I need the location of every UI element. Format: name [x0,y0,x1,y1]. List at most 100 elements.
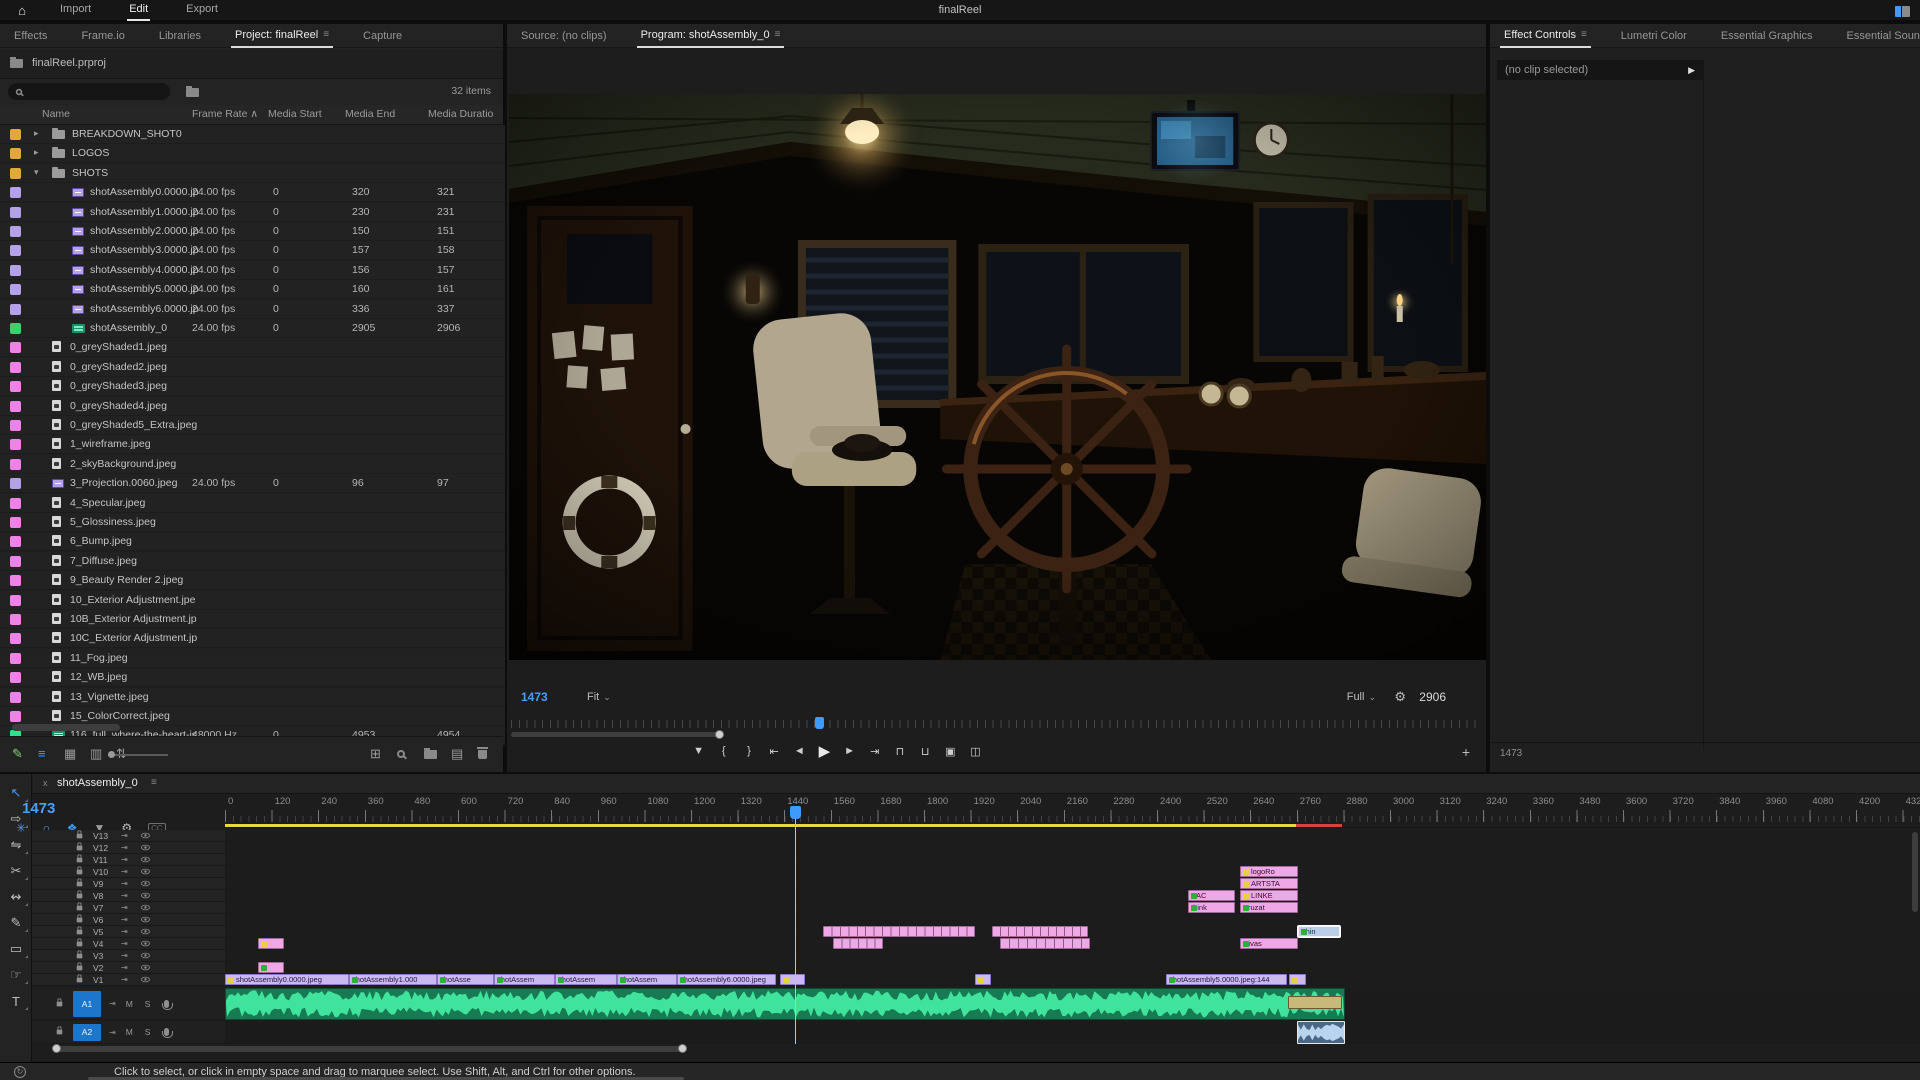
label-color-swatch[interactable] [10,420,21,431]
audio-clip-a1[interactable] [225,988,1345,1020]
automate-to-sequence-button[interactable]: ⊞ [370,746,381,762]
project-row-7-diffuse-jpeg[interactable]: 7_Diffuse.jpeg [0,552,505,571]
project-row-shots[interactable]: ▾SHOTS [0,164,505,183]
sync-lock-icon[interactable]: ⇥ [121,963,128,972]
sync-lock-icon[interactable]: ⇥ [121,879,128,888]
button-editor-plus[interactable]: + [1462,744,1470,760]
column-header-frame-rate[interactable]: Frame Rate ∧ [192,108,258,120]
timeline-clip-shotassembly6-0000-jpeg[interactable]: shotAssembly6.0000.jpeg [677,974,776,985]
project-row-0-greyshaded1-jpeg[interactable]: 0_greyShaded1.jpeg [0,338,505,357]
timeline-vscrollbar[interactable] [1912,832,1918,912]
track-lane-v6[interactable] [225,914,1920,926]
solo-button[interactable]: S [145,999,151,1009]
audio-track-source-button[interactable]: A1 [73,991,101,1017]
track-name[interactable]: V8 [93,891,115,901]
label-color-swatch[interactable] [10,265,21,276]
project-row-shotassembly1-0000-jp[interactable]: shotAssembly1.0000.jp24.00 fps0230231 [0,203,505,222]
rectangle-tool[interactable]: ▭ [0,936,32,962]
track-name[interactable]: V9 [93,879,115,889]
type-tool[interactable]: T [0,988,32,1014]
timeline-zoom-handle-right[interactable] [678,1044,687,1053]
lock-icon[interactable] [77,965,83,970]
timeline-clip-shotassembly5-0000-jpeg-144[interactable]: shotAssembly5.0000.jpeg:144 [1166,974,1287,985]
project-row-breakdown-shot0[interactable]: ▸BREAKDOWN_SHOT0 [0,125,505,144]
timeline-clip-shotassembly1-000[interactable]: shotAssembly1.000 [349,974,437,985]
column-header-name[interactable]: Name [42,108,70,120]
workspace-switcher-icon[interactable] [1895,6,1910,17]
label-color-swatch[interactable] [10,614,21,625]
sync-lock-icon[interactable]: ⇥ [121,891,128,900]
tab-frame-io[interactable]: Frame.io [77,24,128,48]
label-color-swatch[interactable] [10,653,21,664]
project-row-11-fog-jpeg[interactable]: 11_Fog.jpeg [0,649,505,668]
timeline-clip[interactable] [1289,974,1306,985]
project-row-0-greyshaded2-jpeg[interactable]: 0_greyShaded2.jpeg [0,358,505,377]
nest-toggle[interactable]: ✳ [16,821,26,835]
project-row-4-specular-jpeg[interactable]: 4_Specular.jpeg [0,494,505,513]
hand-tool[interactable]: ☞ [0,962,32,988]
bin-up-icon[interactable] [10,59,23,68]
voiceover-record-mic-icon[interactable] [164,1000,169,1008]
program-scrub-bar[interactable] [507,716,1486,738]
sync-lock-icon[interactable]: ⇥ [121,855,128,864]
track-lane-a2[interactable] [225,1021,1920,1044]
slip-tool[interactable]: ↭ [0,884,32,910]
bin-path[interactable]: finalReel.prproj [32,57,106,69]
project-row-1-wireframe-jpeg[interactable]: 1_wireframe.jpeg [0,435,505,454]
track-header-a2[interactable]: A2⇥MS [32,1021,225,1044]
project-row-shotassembly0-0000-jp[interactable]: shotAssembly0.0000.jp24.00 fps0320321 [0,183,505,202]
track-lane-v13[interactable] [225,830,1920,842]
timeline-ruler[interactable]: 0120240360480600720840960108012001320144… [225,794,1920,828]
lock-icon[interactable] [77,845,83,850]
track-header-v2[interactable]: V2⇥ [32,962,225,974]
column-header-media-start[interactable]: Media Start [268,108,322,120]
timeline-zoom-handle-left[interactable] [52,1044,61,1053]
sync-lock-icon[interactable]: ⇥ [109,999,116,1008]
mute-button[interactable]: M [126,1027,133,1037]
extract-button[interactable]: ⊔ [914,742,937,760]
track-visibility-eye-icon[interactable] [141,857,150,863]
track-header-v4[interactable]: V4⇥ [32,938,225,950]
label-color-swatch[interactable] [10,168,21,179]
timeline-playhead-handle[interactable] [790,806,801,819]
label-color-swatch[interactable] [10,323,21,334]
timeline-clip-shotassem[interactable]: shotAssem [617,974,677,985]
timeline-clip-think[interactable]: think [1188,902,1235,913]
timeline-clip-rivas[interactable]: Rivas [1240,938,1298,949]
project-row-logos[interactable]: ▸LOGOS [0,144,505,163]
track-header-v10[interactable]: V10⇥ [32,866,225,878]
tab-project-finalreel[interactable]: Project: finalReel≡ [231,24,333,48]
label-color-swatch[interactable] [10,633,21,644]
label-color-swatch[interactable] [10,711,21,722]
track-header-v13[interactable]: V13⇥ [32,830,225,842]
timeline-playhead-line[interactable] [795,806,796,1044]
label-color-swatch[interactable] [10,478,21,489]
timeline-clip[interactable] [258,938,284,949]
search-box[interactable] [8,83,170,100]
menu-import[interactable]: Import [58,0,93,21]
lock-icon[interactable] [77,977,83,982]
label-color-swatch[interactable] [10,245,21,256]
solo-button[interactable]: S [145,1027,151,1037]
label-color-swatch[interactable] [10,517,21,528]
project-row-10c-exterior-adjustment-jp[interactable]: 10C_Exterior Adjustment.jp [0,629,505,648]
audio-clip-a2[interactable] [1297,1021,1345,1044]
track-header-a1[interactable]: A1⇥MS [32,988,225,1020]
project-row-10b-exterior-adjustment-jp[interactable]: 10B_Exterior Adjustment.jp [0,610,505,629]
step-forward-button[interactable]: ► [838,742,861,760]
timeline-clip-shotassem[interactable]: shotAssem [494,974,555,985]
track-name[interactable]: V6 [93,915,115,925]
effect-panel-timecode[interactable]: 1473 [1500,748,1522,759]
track-visibility-eye-icon[interactable] [141,953,150,959]
add-marker-button[interactable]: ▼ [687,742,710,760]
project-row-0-greyshaded4-jpeg[interactable]: 0_greyShaded4.jpeg [0,397,505,416]
track-lane-v11[interactable] [225,854,1920,866]
timeline-clip[interactable] [833,938,883,949]
timeline-clip-shotassem[interactable]: shotAssem [555,974,617,985]
freeform-view-button[interactable]: ▥ [90,746,102,762]
label-color-swatch[interactable] [10,536,21,547]
lock-icon[interactable] [77,941,83,946]
timeline-clip[interactable] [1000,938,1090,949]
track-header-v9[interactable]: V9 ⇥ [32,878,225,890]
lock-icon[interactable] [77,869,83,874]
